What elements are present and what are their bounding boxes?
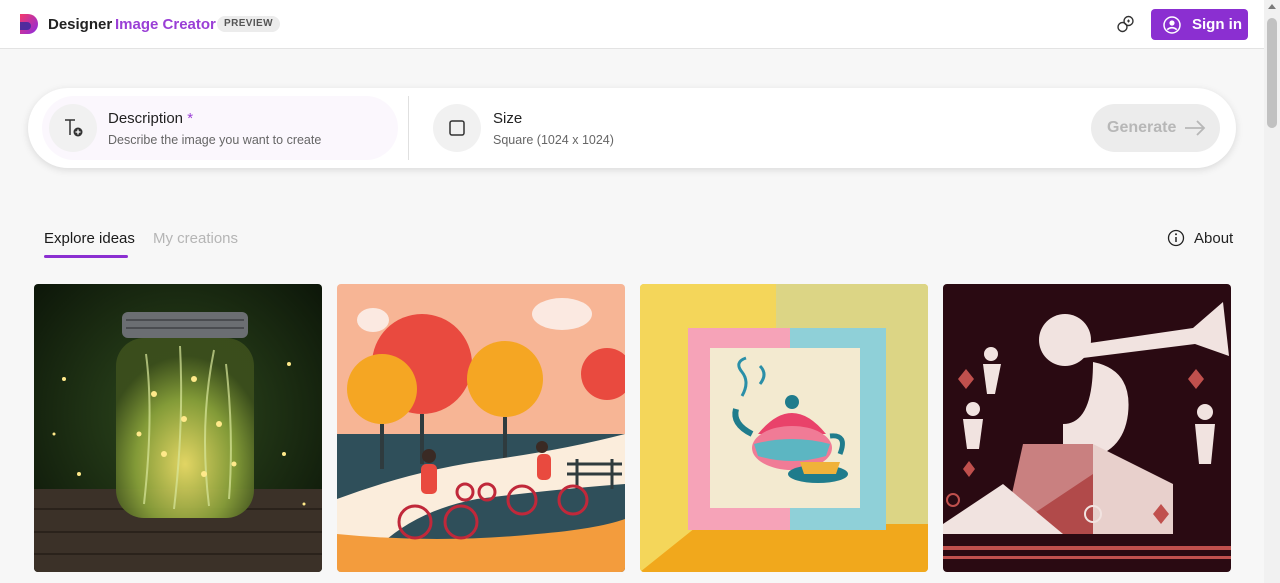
user-avatar-icon	[1163, 15, 1181, 34]
generate-label: Generate	[1107, 119, 1177, 136]
size-value[interactable]: Square (1024 x 1024)	[493, 133, 614, 147]
scroll-thumb[interactable]	[1267, 18, 1277, 128]
gallery-card-geometric[interactable]	[943, 284, 1231, 572]
arrow-right-icon	[1185, 120, 1206, 136]
generate-button[interactable]: Generate	[1091, 104, 1220, 152]
gallery-card-firefly-jar[interactable]	[34, 284, 322, 572]
square-size-icon[interactable]	[433, 104, 481, 152]
sign-in-button[interactable]: Sign in	[1151, 9, 1248, 40]
product-name[interactable]: Image Creator	[115, 16, 216, 33]
prompt-bar: Description * Describe the image you wan…	[28, 88, 1236, 168]
gallery-card-autumn-park[interactable]	[337, 284, 625, 572]
top-bar: Designer Image Creator PREVIEW Sign in	[0, 0, 1264, 49]
text-add-icon	[49, 104, 97, 152]
description-hint: Describe the image you want to create	[108, 133, 322, 147]
teapot-papercraft-image	[640, 284, 928, 572]
description-title: Description *	[108, 110, 193, 127]
scroll-up-arrow-icon[interactable]	[1268, 4, 1276, 9]
preview-badge: PREVIEW	[217, 16, 280, 32]
about-label: About	[1194, 229, 1234, 247]
brand-name[interactable]: Designer	[48, 16, 112, 33]
designer-logo-icon[interactable]	[18, 12, 40, 36]
gallery-card-teapot[interactable]	[640, 284, 928, 572]
tab-my-creations[interactable]: My creations	[153, 230, 238, 247]
required-marker: *	[187, 110, 194, 127]
rewards-icon[interactable]	[1116, 14, 1136, 34]
description-title-text: Description	[108, 110, 184, 127]
autumn-park-cyclists-image	[337, 284, 625, 572]
size-title[interactable]: Size	[493, 110, 522, 127]
info-icon	[1167, 229, 1185, 247]
firefly-jar-image	[34, 284, 322, 572]
tab-explore-ideas[interactable]: Explore ideas	[44, 230, 135, 247]
about-link[interactable]: About	[1167, 229, 1233, 247]
geometric-trumpet-image	[943, 284, 1231, 572]
sign-in-label: Sign in	[1192, 16, 1242, 33]
active-tab-indicator	[44, 255, 128, 258]
field-divider	[408, 96, 409, 160]
